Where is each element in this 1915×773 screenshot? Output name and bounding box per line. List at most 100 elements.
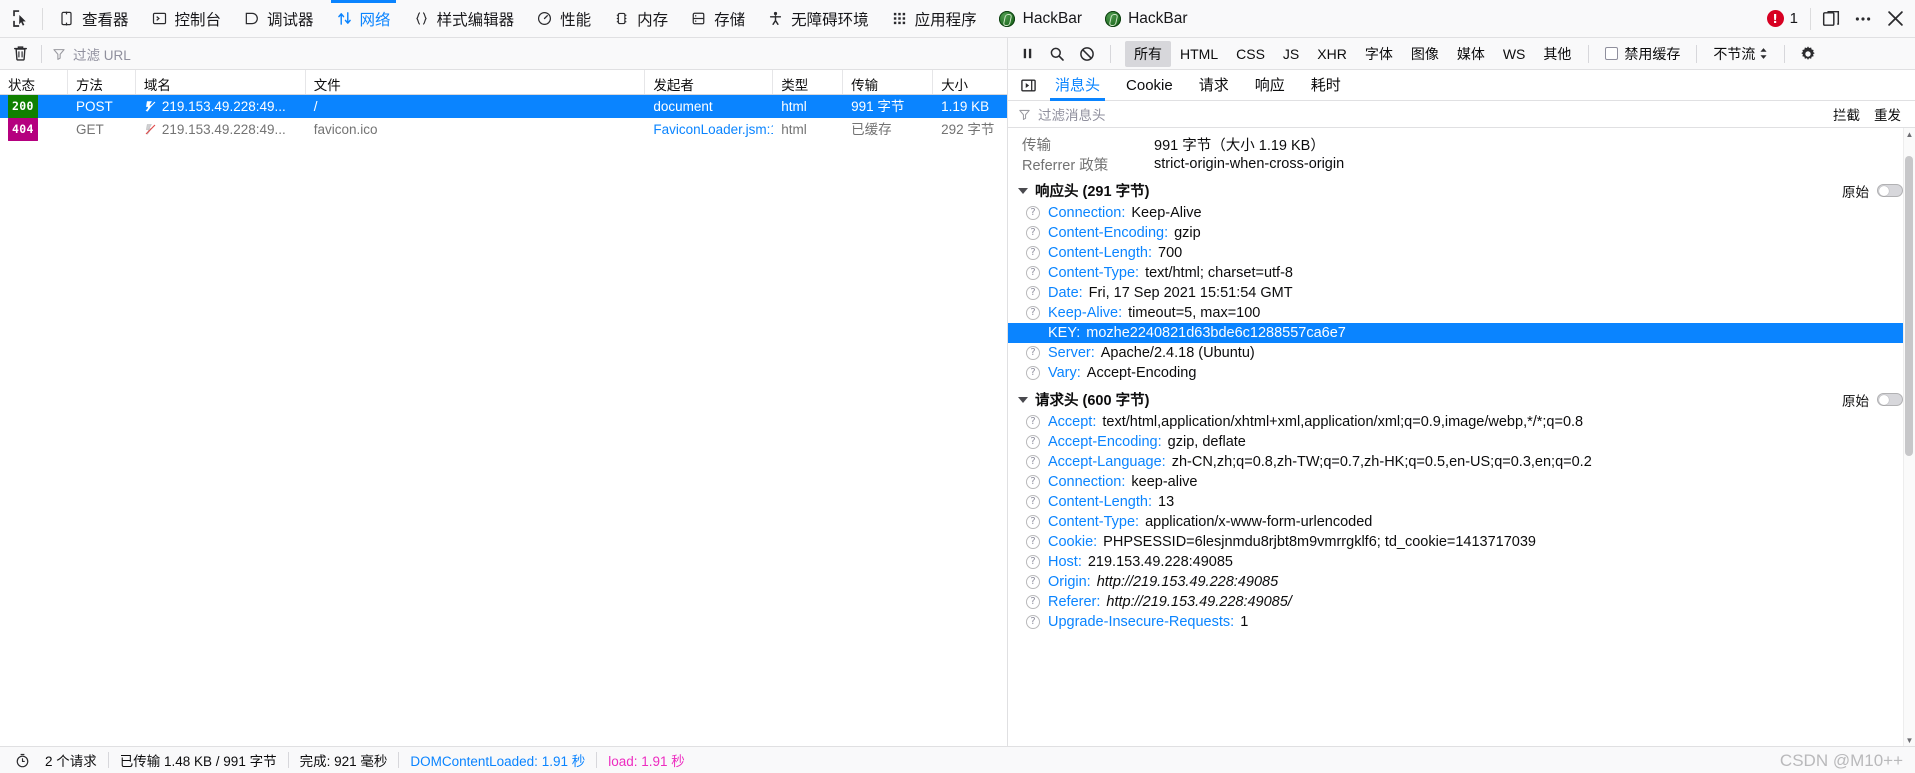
column-header-status[interactable]: 状态: [0, 70, 68, 94]
help-icon[interactable]: ?: [1026, 366, 1040, 380]
header-row[interactable]: ? Date: Fri, 17 Sep 2021 15:51:54 GMT: [1008, 283, 1915, 303]
help-icon[interactable]: ?: [1026, 346, 1040, 360]
responsive-design-mode-button[interactable]: [1815, 4, 1847, 34]
help-icon[interactable]: ?: [1026, 515, 1040, 529]
response-headers-section-header[interactable]: 响应头 (291 字节) 原始: [1008, 178, 1915, 203]
filter-type-font[interactable]: 字体: [1356, 41, 1402, 67]
header-row[interactable]: ? Server: Apache/2.4.18 (Ubuntu): [1008, 343, 1915, 363]
tab-request[interactable]: 请求: [1186, 70, 1242, 101]
filter-url-input[interactable]: 过滤 URL: [50, 43, 1007, 65]
tab-cookies[interactable]: Cookie: [1113, 70, 1186, 101]
tab-storage[interactable]: 存储: [679, 0, 756, 38]
pause-requests-button[interactable]: [1012, 40, 1042, 68]
help-icon[interactable]: ?: [1026, 306, 1040, 320]
column-header-method[interactable]: 方法: [68, 70, 136, 94]
column-header-type[interactable]: 类型: [773, 70, 844, 94]
header-row[interactable]: ? Connection: keep-alive: [1008, 472, 1915, 492]
filter-type-all[interactable]: 所有: [1125, 40, 1171, 67]
expand-details-button[interactable]: [1014, 71, 1042, 99]
tab-timings[interactable]: 耗时: [1298, 70, 1354, 101]
clear-requests-button[interactable]: [7, 41, 33, 67]
column-header-size[interactable]: 大小: [933, 70, 1007, 94]
header-row[interactable]: ? Content-Type: text/html; charset=utf-8: [1008, 263, 1915, 283]
header-row[interactable]: ? Upgrade-Insecure-Requests: 1: [1008, 612, 1915, 632]
filter-type-ws[interactable]: WS: [1494, 43, 1535, 65]
close-devtools-button[interactable]: [1879, 4, 1911, 34]
filter-type-css[interactable]: CSS: [1227, 43, 1274, 65]
tab-accessibility[interactable]: 无障碍环境: [756, 0, 880, 38]
help-icon[interactable]: ?: [1026, 475, 1040, 489]
header-row[interactable]: ? Accept: text/html,application/xhtml+xm…: [1008, 412, 1915, 432]
header-row[interactable]: ? Accept-Encoding: gzip, deflate: [1008, 432, 1915, 452]
help-icon[interactable]: ?: [1026, 615, 1040, 629]
tab-response[interactable]: 响应: [1242, 70, 1298, 101]
scrollbar-thumb[interactable]: [1905, 156, 1913, 456]
element-picker-button[interactable]: [4, 3, 38, 35]
toggle-switch[interactable]: [1877, 393, 1903, 406]
tab-debugger[interactable]: 调试器: [232, 0, 325, 38]
header-row[interactable]: ? Keep-Alive: timeout=5, max=100: [1008, 303, 1915, 323]
column-header-initiator[interactable]: 发起者: [645, 70, 774, 94]
search-icon[interactable]: [1042, 40, 1072, 68]
error-count-badge[interactable]: ! 1: [1759, 10, 1806, 27]
filter-type-html[interactable]: HTML: [1171, 43, 1227, 65]
header-row[interactable]: ? Referer: http://219.153.49.228:49085/: [1008, 592, 1915, 612]
tab-hackbar-1[interactable]: HackBar: [988, 0, 1093, 38]
toggle-switch[interactable]: [1877, 184, 1903, 197]
filter-type-media[interactable]: 媒体: [1448, 41, 1494, 67]
resend-button[interactable]: 重发: [1874, 104, 1901, 124]
filter-type-image[interactable]: 图像: [1402, 41, 1448, 67]
header-row[interactable]: ? Origin: http://219.153.49.228:49085: [1008, 572, 1915, 592]
header-row[interactable]: ? Host: 219.153.49.228:49085: [1008, 552, 1915, 572]
help-icon[interactable]: ?: [1026, 286, 1040, 300]
tab-inspector[interactable]: 查看器: [47, 0, 140, 38]
scroll-up-arrow[interactable]: ▲: [1904, 128, 1915, 140]
disable-cache-checkbox[interactable]: 禁用缓存: [1597, 44, 1688, 64]
help-icon[interactable]: ?: [1026, 595, 1040, 609]
tab-performance[interactable]: 性能: [525, 0, 602, 38]
tab-application[interactable]: 应用程序: [880, 0, 988, 38]
header-row[interactable]: ? Content-Length: 13: [1008, 492, 1915, 512]
tab-headers[interactable]: 消息头: [1042, 70, 1113, 101]
help-icon[interactable]: ?: [1026, 206, 1040, 220]
column-header-domain[interactable]: 域名: [136, 70, 306, 94]
header-row[interactable]: ? Connection: Keep-Alive: [1008, 203, 1915, 223]
block-requests-button[interactable]: [1072, 40, 1102, 68]
tab-style-editor[interactable]: 样式编辑器: [402, 0, 526, 38]
header-row[interactable]: ? Vary: Accept-Encoding: [1008, 363, 1915, 383]
filter-type-js[interactable]: JS: [1274, 43, 1308, 65]
column-header-transferred[interactable]: 传输: [843, 70, 934, 94]
help-icon[interactable]: ?: [1026, 435, 1040, 449]
tab-console[interactable]: 控制台: [140, 0, 233, 38]
request-headers-section-header[interactable]: 请求头 (600 字节) 原始: [1008, 387, 1915, 412]
throttling-dropdown[interactable]: 不节流: [1705, 44, 1776, 64]
header-row[interactable]: ? Cookie: PHPSESSID=6lesjnmdu8rjbt8m9vmr…: [1008, 532, 1915, 552]
gear-icon[interactable]: [1793, 40, 1823, 68]
help-icon[interactable]: ?: [1026, 535, 1040, 549]
header-row[interactable]: ? Content-Length: 700: [1008, 243, 1915, 263]
help-icon[interactable]: ?: [1026, 455, 1040, 469]
header-row[interactable]: ? Accept-Language: zh-CN,zh;q=0.8,zh-TW;…: [1008, 452, 1915, 472]
filter-type-xhr[interactable]: XHR: [1308, 43, 1356, 65]
help-icon[interactable]: ?: [1026, 555, 1040, 569]
help-icon[interactable]: ?: [1026, 415, 1040, 429]
help-icon[interactable]: ?: [1026, 226, 1040, 240]
header-row-selected[interactable]: ? KEY: mozhe2240821d63bde6c1288557ca6e7: [1008, 323, 1915, 343]
devtools-menu-button[interactable]: [1847, 4, 1879, 34]
details-scrollbar[interactable]: ▲ ▼: [1903, 128, 1915, 746]
headers-filter-input[interactable]: 过滤消息头: [1038, 104, 1106, 124]
table-row[interactable]: 200 POST 219.153.49.228:49... / document…: [0, 95, 1007, 118]
help-icon[interactable]: ?: [1026, 246, 1040, 260]
column-header-file[interactable]: 文件: [306, 70, 646, 94]
header-row[interactable]: ? Content-Encoding: gzip: [1008, 223, 1915, 243]
header-row[interactable]: ? Content-Type: application/x-www-form-u…: [1008, 512, 1915, 532]
block-button[interactable]: 拦截: [1833, 104, 1860, 124]
tab-memory[interactable]: 内存: [602, 0, 679, 38]
help-icon[interactable]: ?: [1026, 495, 1040, 509]
filter-type-other[interactable]: 其他: [1534, 41, 1580, 67]
tab-hackbar-2[interactable]: HackBar: [1093, 0, 1198, 38]
tab-network[interactable]: 网络: [325, 0, 402, 38]
help-icon[interactable]: ?: [1026, 575, 1040, 589]
table-row[interactable]: 404 GET 219.153.49.228:49... favicon.ico…: [0, 118, 1007, 141]
help-icon[interactable]: ?: [1026, 266, 1040, 280]
